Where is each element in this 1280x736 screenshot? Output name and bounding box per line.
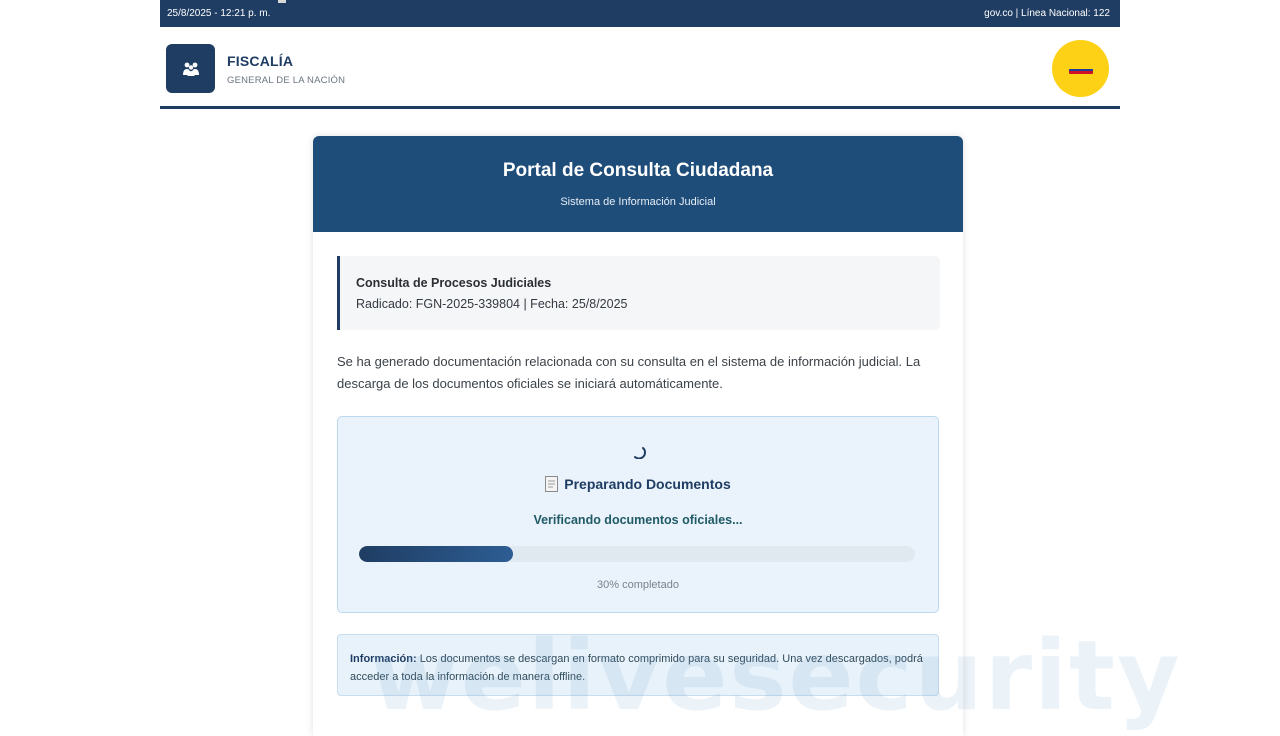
info-note: Información: Los documentos se descargan… bbox=[337, 634, 939, 696]
progress-status: Verificando documentos oficiales... bbox=[533, 513, 743, 527]
datetime-text: 25/8/2025 - 12:21 p. m. bbox=[167, 8, 271, 19]
loading-spinner-icon bbox=[634, 447, 646, 459]
top-marker bbox=[278, 0, 286, 3]
case-info-box: Consulta de Procesos Judiciales Radicado… bbox=[337, 256, 940, 330]
people-group-icon[interactable] bbox=[166, 44, 215, 93]
gov-link-text[interactable]: gov.co | Línea Nacional: 122 bbox=[984, 8, 1110, 19]
document-icon bbox=[545, 476, 559, 492]
preparing-title-text: Preparando Documentos bbox=[564, 476, 731, 492]
info-note-text: Los documentos se descargan en formato c… bbox=[350, 653, 923, 683]
progress-bar-fill bbox=[359, 546, 514, 562]
case-radicado-line: Radicado: FGN-2025-339804 | Fecha: 25/8/… bbox=[356, 297, 628, 311]
progress-panel: Preparando Documentos Verificando docume… bbox=[337, 416, 939, 613]
brand-title: FISCALÍA bbox=[227, 53, 294, 69]
top-bar: 25/8/2025 - 12:21 p. m. gov.co | Línea N… bbox=[160, 0, 1120, 27]
page-title: Portal de Consulta Ciudadana bbox=[502, 160, 774, 181]
brand-subtitle: GENERAL DE LA NACIÓN bbox=[227, 75, 346, 86]
case-info-title: Consulta de Procesos Judiciales bbox=[356, 276, 552, 290]
progress-percent-label: 30% completado bbox=[597, 579, 679, 591]
preparing-title: Preparando Documentos bbox=[338, 476, 938, 492]
page-subtitle: Sistema de Información Judicial bbox=[560, 196, 716, 208]
progress-bar bbox=[359, 546, 915, 562]
site-header: FISCALÍA GENERAL DE LA NACIÓN bbox=[160, 27, 1120, 109]
colombia-flag-icon bbox=[1052, 40, 1109, 97]
consultation-card: Portal de Consulta Ciudadana Sistema de … bbox=[313, 136, 963, 736]
card-header: Portal de Consulta Ciudadana Sistema de … bbox=[313, 136, 963, 232]
description-text: Se ha generado documentación relacionada… bbox=[337, 354, 921, 391]
info-note-label: Información: bbox=[350, 653, 417, 665]
